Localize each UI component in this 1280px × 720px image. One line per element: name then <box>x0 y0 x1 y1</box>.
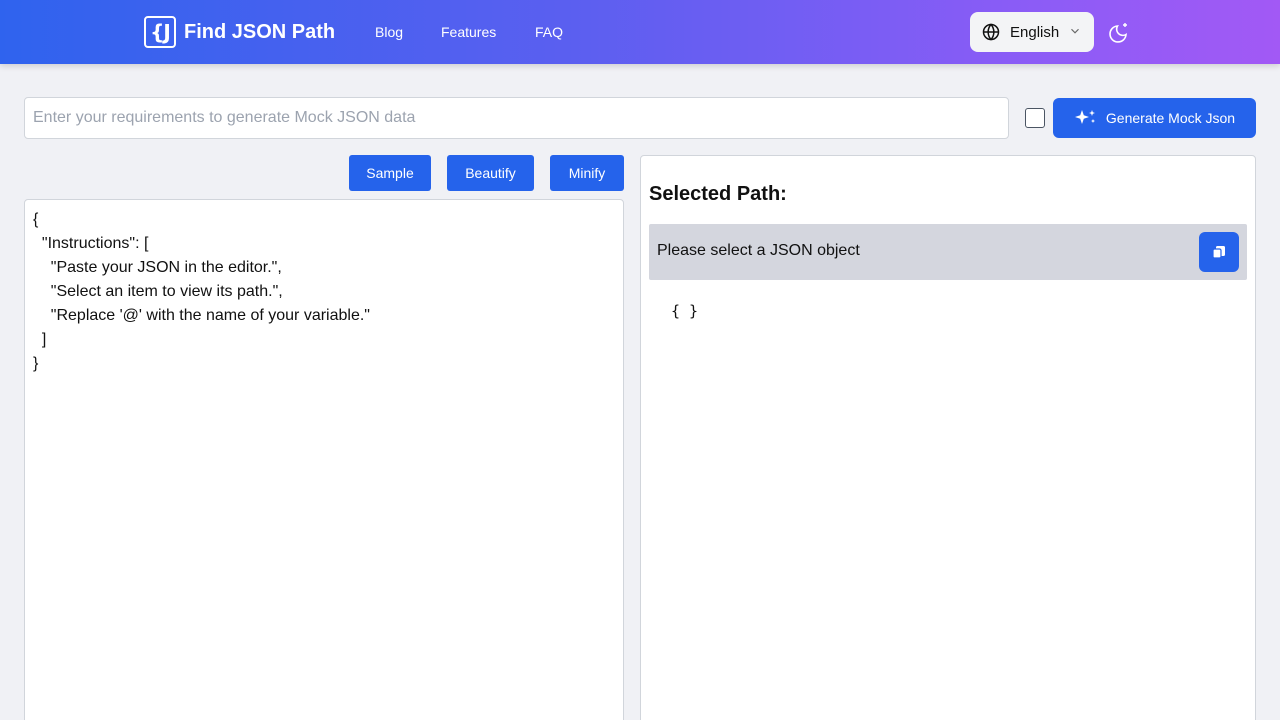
language-select[interactable]: English <box>970 12 1094 52</box>
mock-option-checkbox[interactable] <box>1025 108 1045 128</box>
beautify-button[interactable]: Beautify <box>447 155 534 191</box>
json-tree-root[interactable]: { } <box>671 302 698 320</box>
navbar: {J Find JSON Path Blog Features FAQ Engl… <box>0 0 1280 64</box>
nav-link-blog[interactable]: Blog <box>375 24 403 40</box>
logo-icon: {J <box>144 16 176 48</box>
globe-icon <box>982 23 1000 41</box>
copy-path-button[interactable] <box>1199 232 1239 272</box>
site-title: Find JSON Path <box>184 20 336 43</box>
sparkles-icon <box>1074 110 1095 124</box>
selected-path-heading: Selected Path: <box>649 183 787 205</box>
minify-button[interactable]: Minify <box>550 155 624 191</box>
mock-requirements-input[interactable] <box>24 97 1009 139</box>
language-label: English <box>1010 23 1060 41</box>
generate-mock-json-button[interactable]: Generate Mock Json <box>1053 98 1256 138</box>
selected-path-box: Please select a JSON object <box>649 224 1247 280</box>
sample-button[interactable]: Sample <box>349 155 431 191</box>
selected-path-text: Please select a JSON object <box>657 242 860 259</box>
copy-icon <box>1212 246 1225 259</box>
nav-link-features[interactable]: Features <box>441 24 496 40</box>
result-panel: Selected Path: Please select a JSON obje… <box>640 155 1256 720</box>
generate-button-label: Generate Mock Json <box>1105 110 1236 126</box>
brand-link[interactable]: {J Find JSON Path <box>144 16 335 48</box>
chevron-down-icon <box>1071 28 1079 34</box>
moon-icon[interactable] <box>1106 18 1134 46</box>
json-editor[interactable]: { "Instructions": [ "Paste your JSON in … <box>24 199 624 720</box>
nav-link-faq[interactable]: FAQ <box>535 24 563 40</box>
